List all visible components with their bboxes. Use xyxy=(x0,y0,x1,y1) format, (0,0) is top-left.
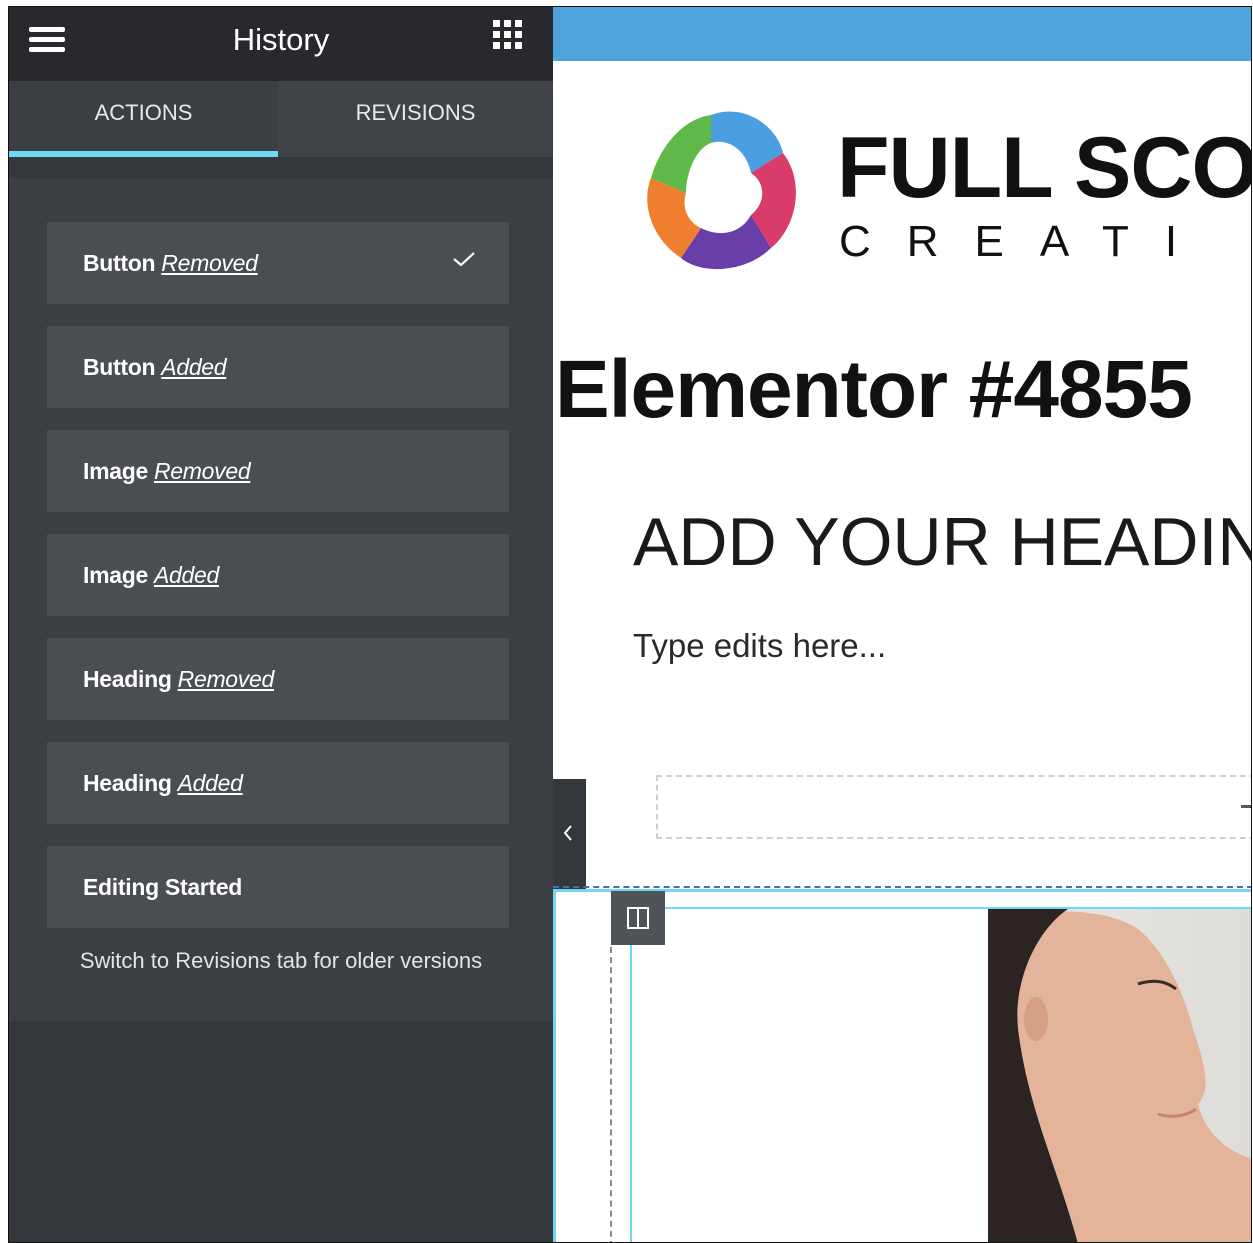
history-item-heading-removed[interactable]: Heading Removed xyxy=(47,638,509,720)
history-item-heading-added[interactable]: Heading Added xyxy=(47,742,509,824)
history-item-editing-started[interactable]: Editing Started xyxy=(47,846,509,928)
editor-window: History ACTIONS REVISIONS ButtonRemoved xyxy=(8,6,1252,1243)
item-element: Heading xyxy=(83,770,172,796)
history-item-label: Image Removed xyxy=(83,430,251,512)
tab-revisions[interactable]: REVISIONS xyxy=(278,81,553,157)
section-divider xyxy=(553,886,1251,888)
portrait-image xyxy=(988,909,1251,1242)
text-widget[interactable]: Type edits here... xyxy=(633,627,886,665)
active-tab-indicator xyxy=(9,151,278,157)
history-panel: History ACTIONS REVISIONS ButtonRemoved xyxy=(9,7,553,1242)
item-action: Added xyxy=(161,354,227,380)
history-item-label: Heading Added xyxy=(83,742,243,824)
logo-tagline: CREATI xyxy=(839,217,1214,266)
panel-header: History xyxy=(9,7,553,81)
logo-wordmark: FULL SCO xyxy=(837,120,1252,216)
tab-revisions-label: REVISIONS xyxy=(355,100,476,125)
history-item-label: Button Removed xyxy=(83,222,258,304)
item-action: Removed xyxy=(161,250,258,276)
history-item-label: Button Added xyxy=(83,326,227,408)
item-action: Added xyxy=(177,770,243,796)
tab-actions[interactable]: ACTIONS xyxy=(9,81,278,157)
add-section-area[interactable] xyxy=(656,775,1251,839)
column-edit-handle[interactable] xyxy=(611,891,665,945)
history-list: Button Removed Button Added Image Removed I… xyxy=(9,178,553,1021)
history-item-button-removed[interactable]: Button Removed xyxy=(47,222,509,304)
history-item-image-added[interactable]: Image Added xyxy=(47,534,509,616)
image-widget[interactable] xyxy=(988,909,1251,1242)
plus-icon[interactable] xyxy=(1237,793,1251,819)
check-icon xyxy=(453,252,475,266)
column-boundary xyxy=(610,947,612,1242)
item-element: Editing Started xyxy=(83,874,243,900)
item-action: Removed xyxy=(153,458,251,484)
panel-collapse-toggle[interactable] xyxy=(553,779,586,889)
item-action: Removed xyxy=(177,666,275,692)
item-element: Heading xyxy=(83,666,172,692)
item-element: Image xyxy=(83,562,148,588)
history-item-label: Image Added xyxy=(83,534,219,616)
history-item-label: Editing Started xyxy=(83,846,242,928)
item-element: Image xyxy=(83,458,148,484)
history-item-button-added[interactable]: Button Added xyxy=(47,326,509,408)
logo-icon xyxy=(647,111,796,270)
grid-icon[interactable] xyxy=(493,20,523,50)
page-title: Elementor #4855 xyxy=(555,344,1193,435)
panel-title: History xyxy=(232,22,330,57)
item-element: Button xyxy=(83,250,156,276)
history-item-image-removed[interactable]: Image Removed xyxy=(47,430,509,512)
tab-actions-label: ACTIONS xyxy=(94,100,193,125)
heading-widget[interactable]: ADD YOUR HEADIN xyxy=(633,503,1251,581)
item-element: Button xyxy=(83,354,156,380)
chevron-left-icon xyxy=(563,825,572,841)
column-icon xyxy=(627,907,649,929)
panel-tabs: ACTIONS REVISIONS xyxy=(9,81,553,157)
revisions-note: Switch to Revisions tab for older versio… xyxy=(79,948,483,973)
item-action: Added xyxy=(153,562,219,588)
history-item-label: Heading Removed xyxy=(83,638,274,720)
preview-topbar xyxy=(553,7,1251,61)
